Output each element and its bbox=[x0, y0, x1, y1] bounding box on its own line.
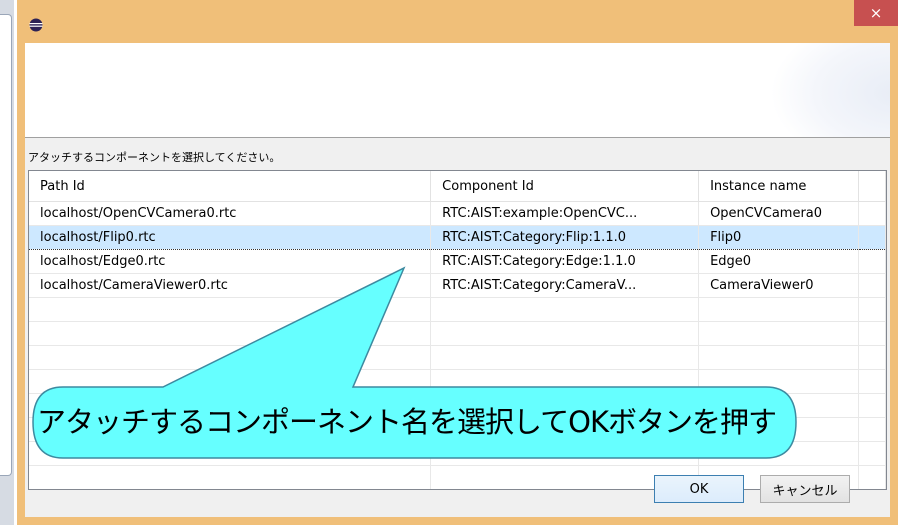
table-row[interactable]: localhost/Edge0.rtc RTC:AIST:Category:Ed… bbox=[29, 249, 886, 274]
table-header-row: Path Id Component Id Instance name bbox=[29, 171, 886, 202]
header-decoration bbox=[770, 43, 890, 137]
cell-component-id: RTC:AIST:Category:CameraV... bbox=[430, 273, 700, 298]
ok-button[interactable]: OK bbox=[654, 475, 744, 503]
close-button[interactable]: × bbox=[854, 0, 898, 26]
empty-row bbox=[29, 297, 886, 322]
close-icon: × bbox=[869, 4, 883, 22]
dialog-message: アタッチするコンポーネントを選択してください。 bbox=[28, 151, 281, 164]
cell-instance-name: CameraViewer0 bbox=[698, 273, 859, 298]
cell-component-id: RTC:AIST:example:OpenCVC... bbox=[430, 201, 700, 226]
title-bar[interactable]: × bbox=[17, 0, 898, 43]
table-row[interactable]: localhost/OpenCVCamera0.rtc RTC:AIST:exa… bbox=[29, 201, 886, 226]
cell-path-id: localhost/OpenCVCamera0.rtc bbox=[29, 201, 432, 226]
cell-filler bbox=[858, 225, 886, 250]
table-row-selected[interactable]: localhost/Flip0.rtc RTC:AIST:Category:Fl… bbox=[29, 225, 886, 250]
cell-component-id: RTC:AIST:Category:Edge:1.1.0 bbox=[430, 249, 700, 274]
empty-row bbox=[29, 369, 886, 394]
cell-filler bbox=[858, 201, 886, 226]
cell-instance-name: OpenCVCamera0 bbox=[698, 201, 859, 226]
cell-component-id: RTC:AIST:Category:Flip:1.1.0 bbox=[430, 225, 700, 250]
cell-path-id: localhost/Edge0.rtc bbox=[29, 249, 432, 274]
column-header-path-id[interactable]: Path Id bbox=[29, 171, 432, 202]
dialog-header-area bbox=[25, 43, 890, 137]
column-header-filler bbox=[858, 171, 886, 202]
header-separator bbox=[25, 137, 890, 138]
empty-row bbox=[29, 441, 886, 466]
cell-filler bbox=[858, 273, 886, 298]
cell-path-id: localhost/CameraViewer0.rtc bbox=[29, 273, 432, 298]
empty-row bbox=[29, 321, 886, 346]
empty-row bbox=[29, 345, 886, 370]
callout-text: アタッチするコンポーネント名を選択してOKボタンを押す bbox=[37, 405, 777, 439]
attach-dialog: × アタッチするコンポーネントを選択してください。 Path Id Compon… bbox=[17, 0, 898, 525]
cell-instance-name: Edge0 bbox=[698, 249, 859, 274]
column-header-component-id[interactable]: Component Id bbox=[430, 171, 700, 202]
empty-row bbox=[29, 465, 886, 489]
cancel-button[interactable]: キャンセル bbox=[760, 475, 850, 503]
cell-filler bbox=[858, 249, 886, 274]
dialog-client-area: アタッチするコンポーネントを選択してください。 Path Id Componen… bbox=[25, 43, 890, 517]
column-header-instance-name[interactable]: Instance name bbox=[698, 171, 859, 202]
component-table[interactable]: Path Id Component Id Instance name local… bbox=[28, 170, 887, 490]
cell-instance-name: Flip0 bbox=[698, 225, 859, 250]
eclipse-app-icon bbox=[29, 17, 43, 32]
table-row[interactable]: localhost/CameraViewer0.rtc RTC:AIST:Cat… bbox=[29, 273, 886, 298]
background-panel bbox=[0, 14, 12, 476]
cell-path-id: localhost/Flip0.rtc bbox=[29, 225, 432, 250]
